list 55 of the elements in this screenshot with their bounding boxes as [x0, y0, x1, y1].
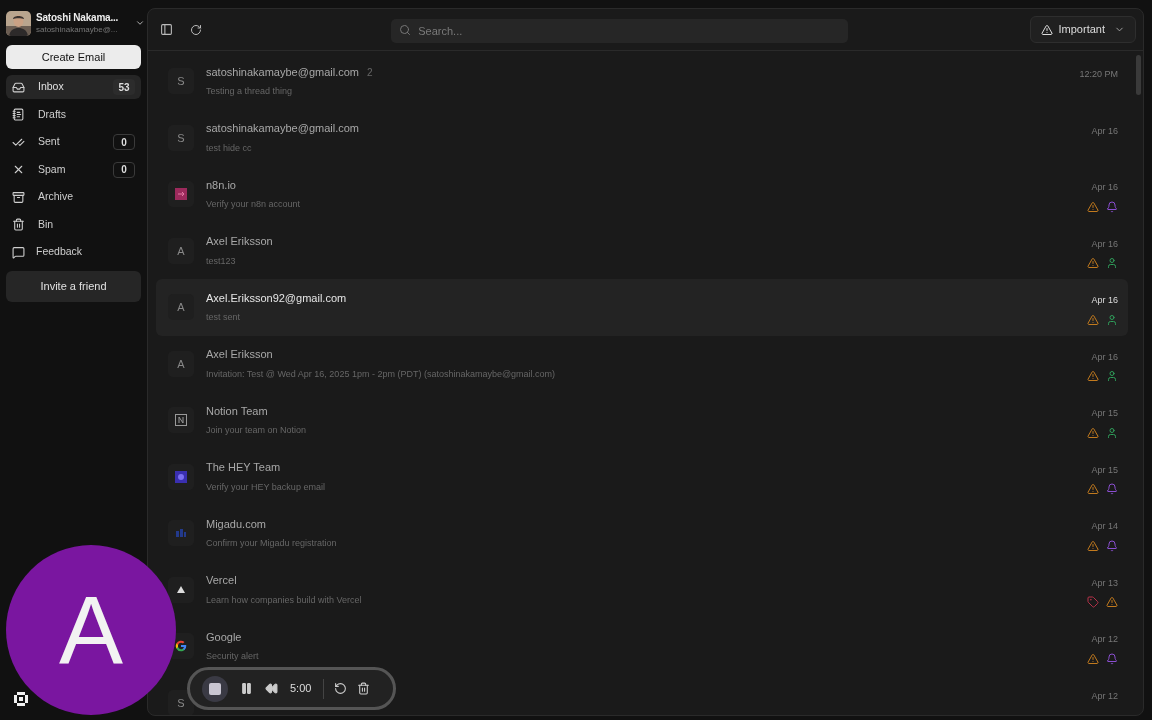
sidebar-label: Inbox	[38, 79, 65, 95]
sender-name: Axel.Eriksson92@gmail.com	[206, 290, 347, 306]
sidebar-label: Sent	[38, 134, 61, 150]
sidebar-label: Spam	[38, 161, 67, 177]
email-subject: test hide cc	[206, 141, 253, 155]
sender-name: satoshinakamaybe@gmail.com	[206, 121, 359, 137]
sidebar-label: Archive	[38, 189, 74, 205]
email-subject: Invitation: Test @ Wed Apr 16, 2025 1pm - 2pm (PDT) (satoshinakamaybe@gmail.com)	[206, 367, 557, 381]
email-date: Apr 12	[1091, 689, 1118, 703]
count-badge: 53	[113, 79, 135, 95]
email-date: Apr 15	[1091, 463, 1118, 477]
sender-name: Axel Eriksson	[206, 347, 273, 363]
email-subject: Verify your HEY backup email	[206, 480, 326, 494]
avatar-initial: A	[177, 243, 185, 259]
account-email: satoshinakamaybe@...	[36, 25, 119, 35]
sidebar-label: Drafts	[38, 106, 67, 122]
email-date: Apr 14	[1091, 520, 1118, 533]
sender-name: The HEY Team	[206, 460, 281, 476]
email-subject: Verify your n8n account	[206, 198, 302, 212]
email-date: Apr 16	[1091, 294, 1118, 307]
email-subject: Learn how companies build with Vercel	[206, 593, 363, 607]
sender-name: Vercel	[206, 573, 237, 589]
count-badge: 0	[113, 134, 135, 150]
email-date: Apr 16	[1091, 350, 1118, 364]
avatar-initial: S	[177, 695, 185, 711]
sender-name: Google	[206, 629, 242, 645]
email-subject: test123	[206, 254, 237, 268]
email-date: 12:20 PM	[1079, 68, 1118, 81]
email-subject: Security alert	[206, 650, 260, 664]
account-name: Satoshi Nakama...	[36, 11, 119, 25]
sender-name: Axel Eriksson	[206, 234, 273, 250]
email-subject: test sent	[206, 311, 242, 325]
avatar-initial: A	[177, 356, 185, 372]
sender-name: Notion Team	[206, 403, 268, 419]
email-date: Apr 12	[1091, 633, 1118, 646]
recording-time: 5:00	[290, 681, 312, 697]
avatar-initial: S	[177, 74, 185, 89]
thread-count: 2	[367, 65, 373, 80]
email-date: Apr 16	[1091, 181, 1118, 194]
email-date: Apr 16	[1091, 124, 1118, 138]
avatar-initial: S	[177, 130, 185, 146]
email-subject: Join your team on Notion	[206, 424, 308, 438]
sidebar-label: Feedback	[36, 244, 84, 260]
sidebar-label: Bin	[38, 216, 55, 232]
avatar-initial: A	[177, 300, 185, 315]
sender-name: Migadu.com	[206, 516, 266, 532]
email-date: Apr 16	[1091, 237, 1118, 251]
camera-initial: A	[59, 582, 123, 678]
email-date: Apr 15	[1091, 407, 1118, 420]
sender-name: n8n.io	[206, 177, 236, 193]
email-subject: Testing a thread thing	[206, 85, 294, 99]
email-date: Apr 13	[1091, 576, 1118, 590]
email-subject: Confirm your Migadu registration	[206, 537, 338, 551]
count-badge: 0	[113, 161, 135, 178]
sender-name: satoshinakamaybe@gmail.com	[206, 64, 359, 80]
